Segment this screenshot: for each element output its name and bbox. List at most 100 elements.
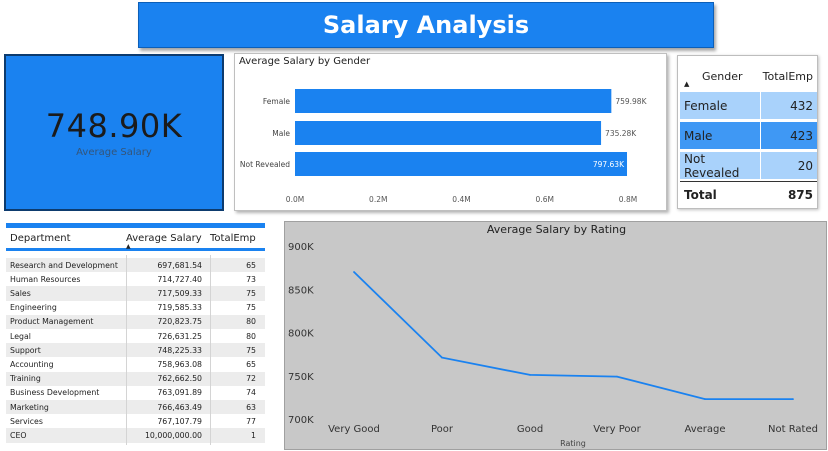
totalemp-cell: 73 xyxy=(246,274,256,284)
totalemp-cell: 63 xyxy=(246,402,256,412)
department-cell: Legal xyxy=(10,331,31,341)
totalemp-cell: 75 xyxy=(246,303,256,313)
department-cell: Marketing xyxy=(10,402,49,412)
department-table[interactable]: Department Average Salary ▲ TotalEmp Res… xyxy=(6,223,265,445)
table-row[interactable]: CEO 10,000,000.00 1 xyxy=(6,428,265,443)
sort-arrow-icon: ▲ xyxy=(684,79,690,88)
average-salary-cell: 714,727.40 xyxy=(157,274,202,284)
y-tick-label: 750K xyxy=(288,372,314,383)
column-divider xyxy=(126,255,127,445)
y-tick-label: 900K xyxy=(288,242,314,253)
department-cell: Training xyxy=(10,374,41,384)
kpi-value: 748.90K xyxy=(45,107,183,145)
average-salary-cell: 720,823.75 xyxy=(157,317,202,327)
average-salary-cell: 767,107.79 xyxy=(157,416,202,426)
table-row[interactable]: Services 767,107.79 77 xyxy=(6,414,265,429)
total-cell: 432 xyxy=(790,98,813,113)
column-header-totalemp[interactable]: TotalEmp xyxy=(762,70,817,83)
table-total-row: Total 875 xyxy=(680,181,817,207)
x-tick-label: 0.8M xyxy=(619,195,637,204)
average-salary-cell: 10,000,000.00 xyxy=(144,430,202,440)
table-row[interactable]: Legal 726,631.25 80 xyxy=(6,329,265,344)
x-tick-label: Not Rated xyxy=(768,424,818,435)
average-salary-cell: 748,225.33 xyxy=(157,345,202,355)
column-header-gender[interactable]: ▲ Gender xyxy=(680,70,762,88)
data-label: 797.63K xyxy=(593,160,625,169)
bar-not-revealed xyxy=(295,152,628,176)
table-row[interactable]: Male 423 xyxy=(680,122,817,149)
average-salary-cell: 697,681.54 xyxy=(157,260,202,270)
column-divider xyxy=(760,92,761,179)
table-row[interactable]: Engineering 719,585.33 75 xyxy=(6,300,265,315)
x-tick-label: 0.4M xyxy=(452,195,470,204)
average-salary-cell: 726,631.25 xyxy=(157,331,202,341)
x-axis-label: Rating xyxy=(560,439,586,448)
y-tick-label: 700K xyxy=(288,415,314,426)
data-point xyxy=(529,374,531,376)
bar-male xyxy=(295,121,602,145)
kpi-label: Average Salary xyxy=(76,147,152,158)
table-row[interactable]: Female 432 xyxy=(680,92,817,119)
table-row[interactable]: Training 762,662.50 72 xyxy=(6,371,265,386)
y-tick-label: 800K xyxy=(288,329,314,340)
totalemp-cell: 75 xyxy=(246,288,256,298)
average-salary-cell: 762,662.50 xyxy=(157,374,202,384)
category-label: Not Revealed xyxy=(240,160,290,169)
column-header-totalemp[interactable]: TotalEmp xyxy=(206,229,260,248)
rating-chart-svg: 900K 850K 800K 750K 700K Very Good Poor Good Ver… xyxy=(288,242,818,448)
kpi-card-average-salary[interactable]: 748.90K Average Salary xyxy=(4,54,224,211)
totalemp-cell: 65 xyxy=(246,359,256,369)
totalemp-cell: 65 xyxy=(246,260,256,270)
x-tick-label: Very Good xyxy=(328,424,380,435)
x-tick-label: Average xyxy=(684,424,725,435)
totalemp-cell: 77 xyxy=(246,416,256,426)
average-salary-cell: 719,585.33 xyxy=(157,303,202,313)
data-point xyxy=(616,375,618,378)
average-salary-cell: 758,963.08 xyxy=(157,359,202,369)
totalemp-cell: 74 xyxy=(246,388,256,398)
column-header-department[interactable]: Department xyxy=(6,229,122,248)
department-cell: Research and Development xyxy=(10,260,118,270)
department-cell: Human Resources xyxy=(10,274,81,284)
department-cell: Support xyxy=(10,345,41,355)
title-banner: Salary Analysis xyxy=(138,2,714,48)
table-row[interactable]: Marketing 766,463.49 63 xyxy=(6,400,265,415)
department-cell: Engineering xyxy=(10,303,57,313)
column-divider xyxy=(210,255,211,445)
average-salary-cell: 766,463.49 xyxy=(157,402,202,412)
totalemp-cell: 80 xyxy=(246,331,256,341)
bar-female xyxy=(295,89,612,113)
table-row[interactable]: Product Management 720,823.75 80 xyxy=(6,314,265,329)
department-cell: Sales xyxy=(10,288,31,298)
sort-arrow-icon: ▲ xyxy=(126,243,131,250)
gender-table[interactable]: ▲ Gender TotalEmp Female 432 Male 423 No… xyxy=(677,55,818,209)
series-line xyxy=(353,271,793,400)
department-cell: Product Management xyxy=(10,317,94,327)
table-row[interactable]: Support 748,225.33 75 xyxy=(6,343,265,358)
category-label: Male xyxy=(272,129,290,138)
table-row[interactable]: Not Revealed 20 xyxy=(680,152,817,180)
data-point xyxy=(792,398,794,400)
y-tick-label: 850K xyxy=(288,285,314,296)
column-header-average-salary[interactable]: Average Salary ▲ xyxy=(122,229,206,250)
data-label: 759.98K xyxy=(615,97,647,106)
table-top-accent xyxy=(6,223,265,228)
gender-cell: Male xyxy=(684,128,713,143)
average-salary-cell: 717,509.33 xyxy=(157,288,202,298)
department-table-header: Department Average Salary ▲ TotalEmp xyxy=(6,229,265,251)
category-label: Female xyxy=(263,97,291,106)
totalemp-cell: 1 xyxy=(251,430,256,440)
x-tick-label: 0.2M xyxy=(369,195,387,204)
table-row[interactable]: Human Resources 714,727.40 73 xyxy=(6,272,265,287)
table-row[interactable]: Business Development 763,091.89 74 xyxy=(6,385,265,400)
x-tick-label: 0.6M xyxy=(536,195,554,204)
total-cell: 20 xyxy=(797,158,813,173)
department-cell: Accounting xyxy=(10,359,54,369)
rating-line-chart[interactable]: Average Salary by Rating 900K 850K 800K 750… xyxy=(284,221,827,450)
x-tick-label: Poor xyxy=(431,424,454,435)
table-row[interactable]: Accounting 758,963.08 65 xyxy=(6,357,265,372)
average-salary-cell: 763,091.89 xyxy=(157,388,202,398)
table-row[interactable]: Research and Development 697,681.54 65 xyxy=(6,258,265,273)
table-row[interactable]: Sales 717,509.33 75 xyxy=(6,286,265,301)
gender-bar-chart[interactable]: Average Salary by Gender Female 759.98K Ma… xyxy=(234,53,667,211)
